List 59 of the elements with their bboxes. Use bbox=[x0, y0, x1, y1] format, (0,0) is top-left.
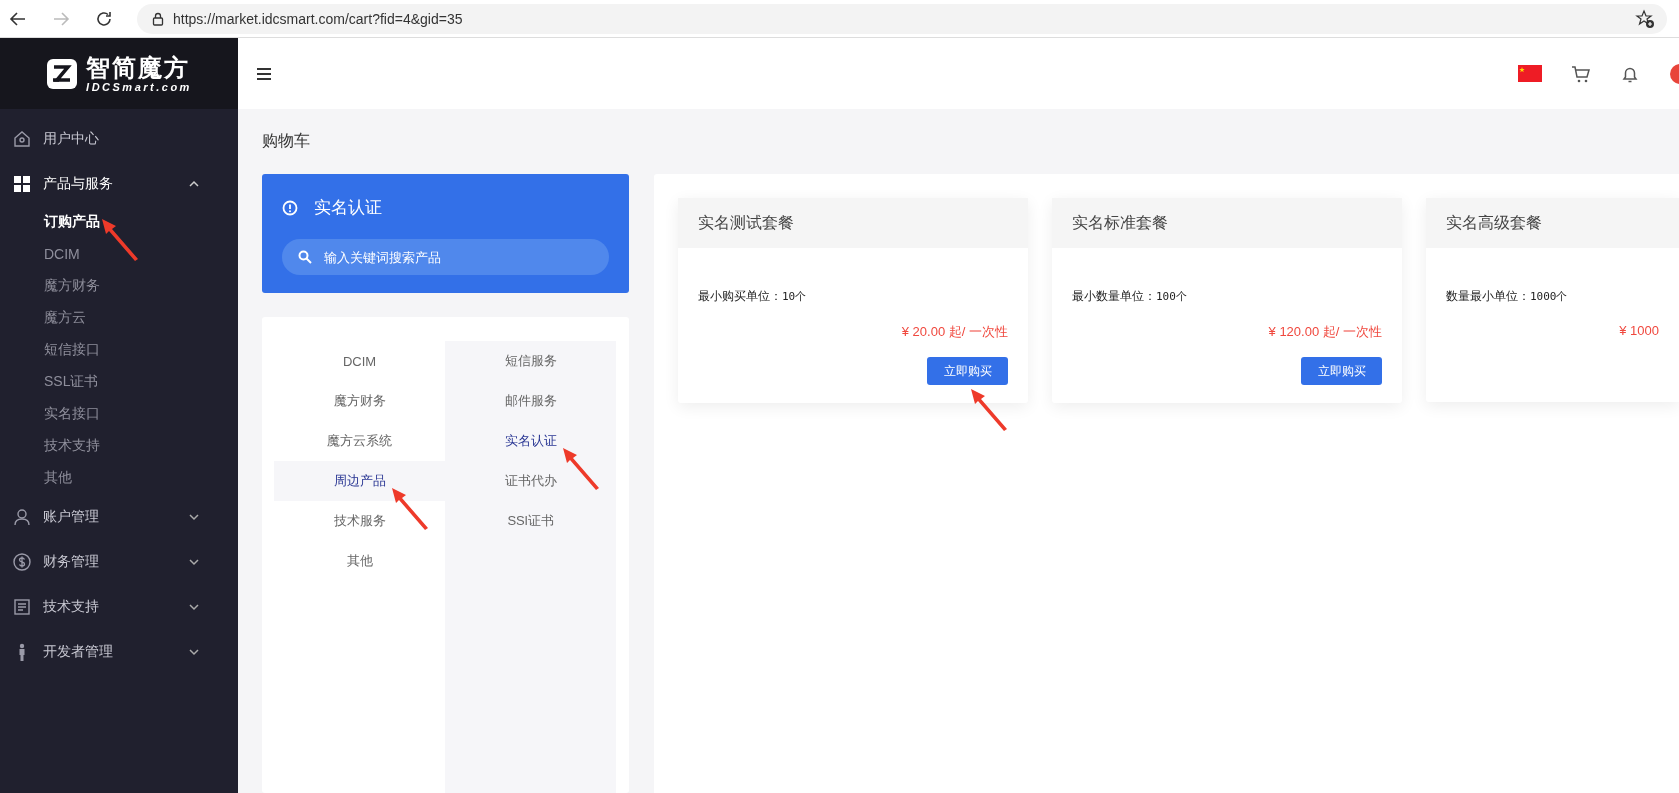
document-icon bbox=[12, 596, 32, 617]
category-item[interactable]: 其他 bbox=[346, 552, 373, 570]
spec-label: 数量最小单位： bbox=[1446, 288, 1530, 305]
product-title: 实名测试套餐 bbox=[698, 212, 794, 233]
price-text: ¥ 1000 bbox=[1619, 323, 1659, 338]
nav-subitem[interactable]: 技术支持 bbox=[44, 437, 100, 455]
category-item[interactable]: 周边产品 bbox=[333, 472, 386, 490]
nav-subitem[interactable]: DCIM bbox=[44, 246, 80, 262]
category-item[interactable]: 技术服务 bbox=[333, 512, 386, 530]
category-item[interactable]: 邮件服务 bbox=[504, 392, 557, 410]
category-title: 实名认证 bbox=[314, 197, 382, 219]
logo-icon bbox=[46, 57, 79, 90]
url-text: https://market.idcsmart.com/cart?fid=4&gid=35 bbox=[173, 10, 464, 27]
nav-subitem[interactable]: 订购产品 bbox=[44, 213, 100, 231]
star-plus-icon[interactable] bbox=[1635, 8, 1655, 29]
nav-item[interactable]: 开发者管理 bbox=[0, 629, 238, 674]
buy-button[interactable]: 立即购买 bbox=[1301, 357, 1382, 385]
category-item[interactable]: 魔方财务 bbox=[333, 392, 386, 410]
address-bar[interactable]: https://market.idcsmart.com/cart?fid=4&gid=35 bbox=[137, 3, 1667, 34]
spec-value: 100个 bbox=[1156, 289, 1187, 304]
nav-subitem[interactable]: 其他 bbox=[44, 469, 72, 487]
logo-subtitle: IDCSmart.com bbox=[86, 80, 192, 93]
category-item[interactable]: DCIM bbox=[342, 353, 377, 369]
avatar-icon[interactable] bbox=[1669, 62, 1679, 85]
nav-item[interactable]: 财务管理 bbox=[0, 539, 238, 584]
alert-icon bbox=[282, 199, 298, 216]
cart-icon[interactable] bbox=[1571, 63, 1591, 84]
spec-value: 1000个 bbox=[1530, 289, 1568, 304]
nav-item[interactable]: 产品与服务 bbox=[0, 161, 238, 206]
home-icon bbox=[12, 128, 32, 149]
nav-subitem[interactable]: 魔方财务 bbox=[44, 277, 100, 295]
nav-item[interactable]: 账户管理 bbox=[0, 494, 238, 539]
product-title: 实名高级套餐 bbox=[1446, 212, 1542, 233]
grid-icon bbox=[12, 173, 32, 194]
page-title: 购物车 bbox=[261, 131, 311, 151]
spec-label: 最小数量单位： bbox=[1072, 288, 1156, 305]
category-item[interactable]: 实名认证 bbox=[504, 432, 557, 450]
nav-item[interactable]: 用户中心 bbox=[0, 116, 238, 161]
nav-subitem[interactable]: SSL证书 bbox=[44, 373, 99, 391]
buy-button[interactable]: 立即购买 bbox=[927, 357, 1008, 385]
nav-subitem[interactable]: 魔方云 bbox=[44, 309, 86, 327]
spec-value: 10个 bbox=[782, 289, 807, 304]
category-item[interactable]: SSl证书 bbox=[507, 512, 554, 530]
nav-subitem[interactable]: 实名接口 bbox=[44, 405, 100, 423]
spec-label: 最小购买单位： bbox=[698, 288, 782, 305]
menu-icon[interactable] bbox=[256, 65, 272, 82]
price-text: ¥ 120.00 起/ 一次性 bbox=[1268, 323, 1382, 341]
logo-title: 智简魔方 bbox=[86, 54, 192, 81]
category-item[interactable]: 魔方云系统 bbox=[327, 432, 392, 450]
product-title: 实名标准套餐 bbox=[1072, 212, 1168, 233]
search-field[interactable]: 输入关键词搜索产品 bbox=[282, 239, 609, 275]
category-item[interactable]: 证书代办 bbox=[504, 472, 557, 490]
nav-subitem[interactable]: 短信接口 bbox=[44, 341, 100, 359]
price-text: ¥ 20.00 起/ 一次性 bbox=[901, 323, 1008, 341]
user-icon bbox=[12, 506, 32, 527]
nav-item[interactable]: 技术支持 bbox=[0, 584, 238, 629]
category-item[interactable]: 短信服务 bbox=[504, 352, 557, 370]
lock-icon bbox=[151, 11, 165, 26]
dollar-icon bbox=[12, 551, 32, 572]
